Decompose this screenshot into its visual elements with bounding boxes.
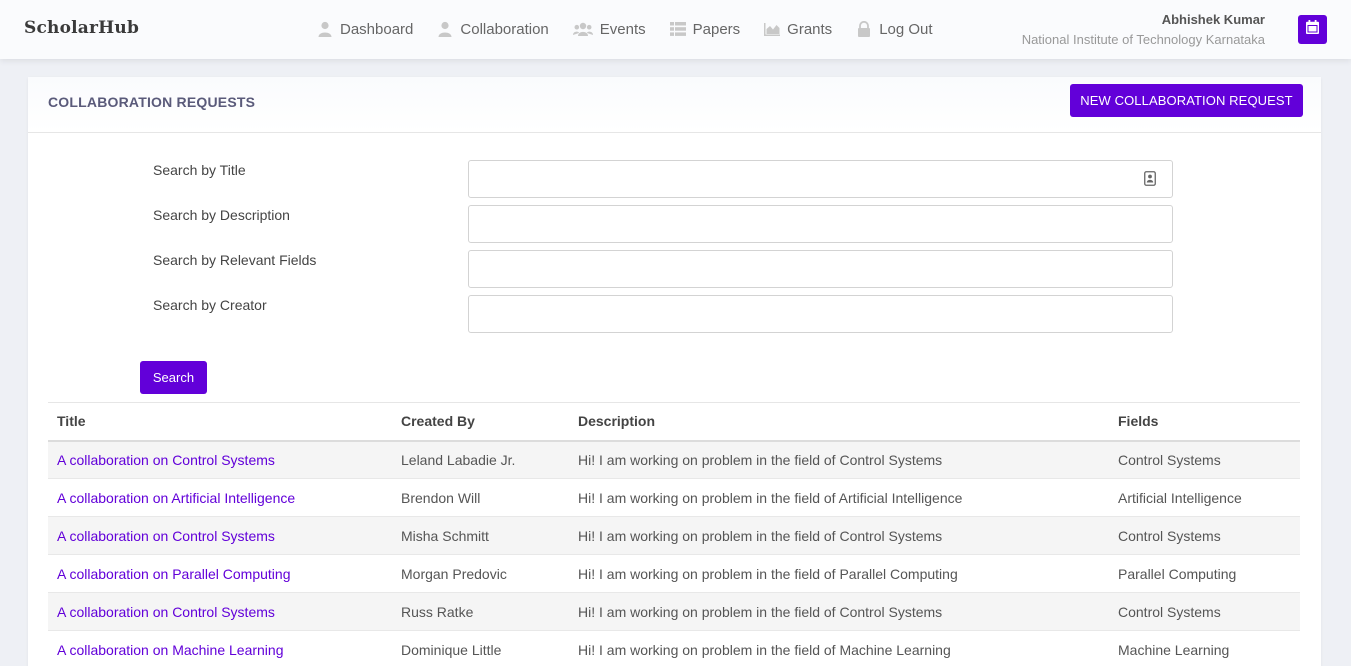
nav-item-grants[interactable]: Grants <box>764 19 832 39</box>
column-header-created-by[interactable]: Created By <box>392 403 569 441</box>
nav-label-papers: Papers <box>692 20 741 38</box>
search-button[interactable]: Search <box>140 361 207 394</box>
nav-label-collaboration: Collaboration <box>460 20 549 38</box>
nav-item-logout[interactable]: Log Out <box>856 19 933 39</box>
new-collaboration-request-button[interactable]: NEW COLLABORATION REQUEST <box>1070 84 1303 117</box>
nav-label-logout: Log Out <box>879 20 933 38</box>
search-creator-label: Search by Creator <box>153 297 267 313</box>
cell-description: Hi! I am working on problem in the field… <box>569 440 1109 479</box>
user-institution: National Institute of Technology Karnata… <box>1021 32 1265 47</box>
search-description-label: Search by Description <box>153 207 290 223</box>
cell-fields: Machine Learning <box>1109 630 1300 666</box>
contact-card-icon <box>1144 171 1156 186</box>
users-icon <box>572 21 593 37</box>
search-description-input[interactable] <box>468 205 1173 243</box>
search-title-label: Search by Title <box>153 162 246 178</box>
search-fields-input[interactable] <box>468 250 1173 288</box>
cell-title: A collaboration on Control Systems <box>48 592 392 631</box>
cell-fields: Control Systems <box>1109 592 1300 631</box>
nav-item-collaboration[interactable]: Collaboration <box>437 19 549 39</box>
page-title: COLLABORATION REQUESTS <box>48 94 256 110</box>
table-row: A collaboration on Control Systems Russ … <box>48 592 1300 631</box>
cell-created-by: Brendon Will <box>392 478 569 517</box>
cell-description: Hi! I am working on problem in the field… <box>569 630 1109 666</box>
cell-created-by: Leland Labadie Jr. <box>392 440 569 479</box>
cell-fields: Control Systems <box>1109 516 1300 555</box>
cell-created-by: Misha Schmitt <box>392 516 569 555</box>
calendar-icon <box>1306 20 1319 39</box>
cell-fields: Parallel Computing <box>1109 554 1300 593</box>
cell-title: A collaboration on Machine Learning <box>48 630 392 666</box>
collaboration-requests-table: Title Created By Description Fields A co… <box>48 402 1300 666</box>
list-icon <box>669 21 686 37</box>
card-header: COLLABORATION REQUESTS NEW COLLABORATION… <box>28 77 1321 133</box>
chart-icon <box>764 21 781 37</box>
column-header-fields[interactable]: Fields <box>1109 403 1300 441</box>
search-fields-label: Search by Relevant Fields <box>153 252 317 268</box>
search-creator-input[interactable] <box>468 295 1173 333</box>
request-title-link[interactable]: A collaboration on Artificial Intelligen… <box>57 490 295 506</box>
cell-fields: Artificial Intelligence <box>1109 478 1300 517</box>
cell-description: Hi! I am working on problem in the field… <box>569 516 1109 555</box>
main-nav: Dashboard Collaboration Events Papers Gr… <box>317 19 957 39</box>
search-title-input[interactable] <box>468 160 1173 198</box>
cell-created-by: Russ Ratke <box>392 592 569 631</box>
cell-description: Hi! I am working on problem in the field… <box>569 592 1109 631</box>
table-row: A collaboration on Artificial Intelligen… <box>48 478 1300 517</box>
collaboration-requests-card: COLLABORATION REQUESTS NEW COLLABORATION… <box>28 77 1321 666</box>
user-icon <box>437 21 453 37</box>
table-row: A collaboration on Machine Learning Domi… <box>48 630 1300 666</box>
cell-description: Hi! I am working on problem in the field… <box>569 478 1109 517</box>
table-row: A collaboration on Parallel Computing Mo… <box>48 554 1300 593</box>
lock-icon <box>856 21 872 37</box>
cell-title: A collaboration on Artificial Intelligen… <box>48 478 392 517</box>
nav-label-grants: Grants <box>787 20 833 38</box>
nav-label-events: Events <box>599 20 646 38</box>
request-title-link[interactable]: A collaboration on Parallel Computing <box>57 566 290 582</box>
cell-title: A collaboration on Control Systems <box>48 440 392 479</box>
nav-item-papers[interactable]: Papers <box>669 19 741 39</box>
request-title-link[interactable]: A collaboration on Control Systems <box>57 528 275 544</box>
user-name: Abhishek Kumar <box>1161 12 1265 27</box>
cell-title: A collaboration on Parallel Computing <box>48 554 392 593</box>
request-title-link[interactable]: A collaboration on Control Systems <box>57 604 275 620</box>
brand-logo[interactable]: ScholarHub <box>24 18 139 38</box>
top-navbar: ScholarHub Dashboard Collaboration Event… <box>0 0 1351 59</box>
request-title-link[interactable]: A collaboration on Machine Learning <box>57 642 284 658</box>
cell-description: Hi! I am working on problem in the field… <box>569 554 1109 593</box>
table-row: A collaboration on Control Systems Lelan… <box>48 440 1300 479</box>
nav-item-dashboard[interactable]: Dashboard <box>317 19 413 39</box>
table-header-row: Title Created By Description Fields <box>48 402 1300 441</box>
user-icon <box>317 21 333 37</box>
calendar-button[interactable] <box>1298 15 1327 44</box>
column-header-title[interactable]: Title <box>48 403 392 441</box>
nav-item-events[interactable]: Events <box>572 19 646 39</box>
request-title-link[interactable]: A collaboration on Control Systems <box>57 452 275 468</box>
cell-fields: Control Systems <box>1109 440 1300 479</box>
column-header-description[interactable]: Description <box>569 403 1109 441</box>
cell-title: A collaboration on Control Systems <box>48 516 392 555</box>
user-info[interactable]: Abhishek Kumar National Institute of Tec… <box>1022 12 1265 47</box>
nav-label-dashboard: Dashboard <box>340 20 414 38</box>
cell-created-by: Dominique Little <box>392 630 569 666</box>
table-row: A collaboration on Control Systems Misha… <box>48 516 1300 555</box>
cell-created-by: Morgan Predovic <box>392 554 569 593</box>
